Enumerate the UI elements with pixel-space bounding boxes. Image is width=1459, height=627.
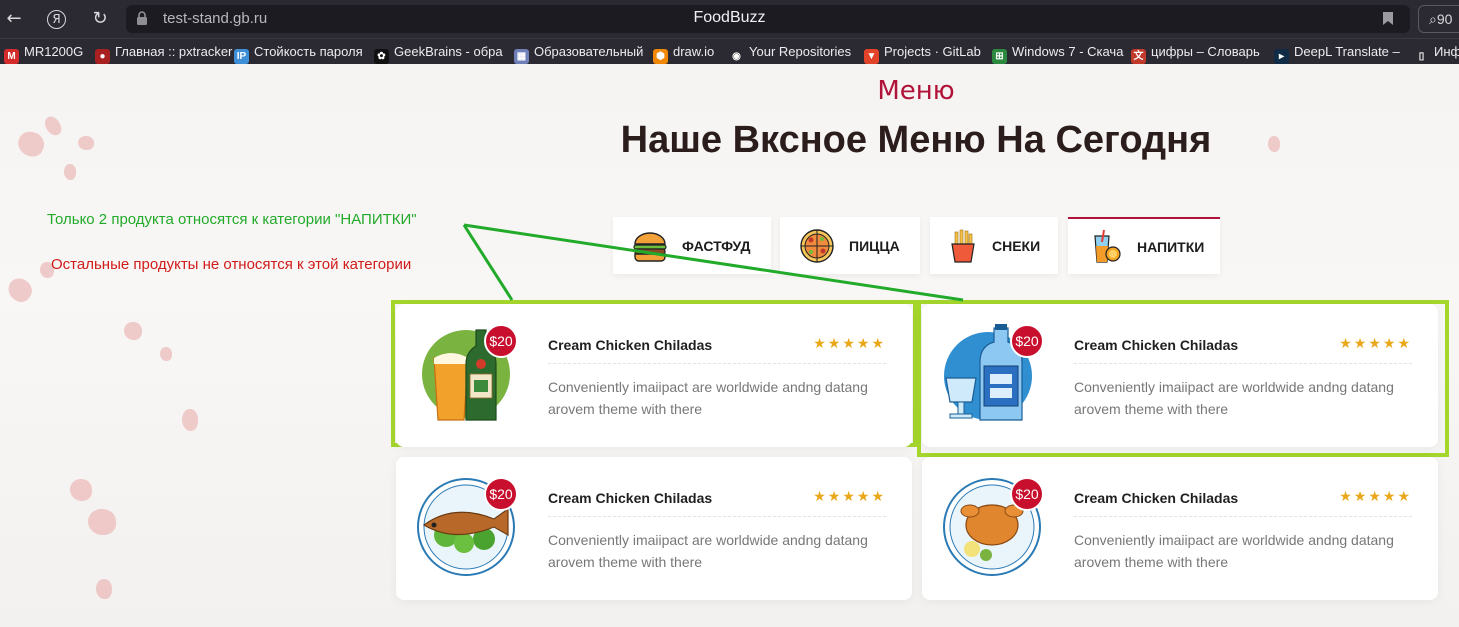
rating-stars: ★★★★★ [813,336,886,352]
browser-toolbar: ← Я ↻ test-stand.gb.ru FoodBuzz ⌕90 [0,0,1459,38]
bookmark-label: MR1200G [24,44,84,59]
price-badge: $20 [1010,477,1044,511]
petal-decoration [96,579,112,599]
bookmarks-bar: M MR1200G ● Главная :: pxtracker IP Стойкость… [0,38,1459,64]
petal-decoration [182,409,198,431]
tab-label: ФАСТФУД [682,237,751,254]
yandex-icon[interactable]: Я [47,10,66,29]
bookmark-item[interactable]: IP Стойкость пароля [234,43,363,64]
petal-decoration [88,509,116,535]
menu-card[interactable]: $20 Cream Chicken Chiladas ★★★★★ Conveni… [922,457,1438,600]
menu-card[interactable]: $20 Cream Chicken Chiladas ★★★★★ Conveni… [396,304,912,447]
product-name[interactable]: Cream Chicken Chiladas [1074,337,1238,353]
github-favicon: ◉ [729,49,744,64]
burger-icon [633,231,667,262]
gitlab-favicon: ▼ [864,49,879,64]
price-badge: $20 [484,324,518,358]
bookmark-label: draw.io [673,44,715,59]
tab-label: СНЕКИ [992,237,1041,254]
search-label: 90 [1436,11,1453,27]
mr1200g-favicon: M [4,49,19,64]
annotation-green-note: Только 2 продукта относятся к категории … [47,211,417,228]
bookmark-item[interactable]: ▯ Инф [1414,43,1459,64]
card-divider [548,363,886,364]
bookmark-label: Стойкость пароля [254,44,363,59]
search-button[interactable]: ⌕90 [1418,5,1459,33]
bookmark-label: DeepL Translate – [1294,44,1400,59]
product-description: Conveniently imaiipact are worldwide and… [1074,379,1394,417]
product-name[interactable]: Cream Chicken Chiladas [548,490,712,506]
rating-stars: ★★★★★ [1339,489,1412,505]
geekbrains-favicon: ✿ [374,49,389,64]
bookmark-label: цифры – Словарь [1151,44,1260,59]
petal-decoration [124,322,142,340]
bookmark-item[interactable]: ▸ DeepL Translate – [1274,43,1400,64]
drinks-icon [1094,229,1121,263]
bookmark-icon[interactable] [1382,11,1394,26]
education-favicon: ▦ [514,49,529,64]
price-badge: $20 [484,477,518,511]
bookmark-label: Windows 7 - Скача [1012,44,1124,59]
tab-fastfood[interactable]: ФАСТФУД [613,217,771,274]
petal-decoration [160,347,172,361]
bookmark-item[interactable]: ⊞ Windows 7 - Скача [992,43,1124,64]
lock-icon [137,11,147,25]
reload-icon[interactable]: ↻ [90,9,110,29]
pizza-icon [800,228,834,263]
tab-pizza[interactable]: ПИЦЦА [780,217,920,274]
drawio-favicon: ⬢ [653,49,668,64]
menu-card[interactable]: $20 Cream Chicken Chiladas ★★★★★ Conveni… [396,457,912,600]
tab-snacks[interactable]: СНЕКИ [930,217,1058,274]
card-divider [1074,516,1412,517]
ip-favicon: IP [234,49,249,64]
pxtracker-favicon: ● [95,49,110,64]
tab-label: ПИЦЦА [849,237,900,254]
tab-label: НАПИТКИ [1137,238,1205,255]
document-favicon: ▯ [1414,49,1429,64]
menu-section: Меню Наше Вксное Меню На Сегодня ФАСТФУД… [0,64,1459,627]
bookmark-label: Главная :: pxtracker [115,44,233,59]
petal-decoration [3,274,37,306]
product-name[interactable]: Cream Chicken Chiladas [548,337,712,353]
windows-favicon: ⊞ [992,49,1007,64]
product-name[interactable]: Cream Chicken Chiladas [1074,490,1238,506]
back-arrow-icon[interactable]: ← [4,9,24,29]
bookmark-item[interactable]: ● Главная :: pxtracker [95,43,233,64]
section-subtitle: Меню [877,76,955,106]
bookmark-item[interactable]: ◉ Your Repositories [729,43,852,64]
bookmark-item[interactable]: M MR1200G [4,43,84,64]
tab-drinks[interactable]: НАПИТКИ [1068,217,1220,274]
bookmark-item[interactable]: ▼ Projects · GitLab [864,43,981,64]
bookmark-label: Инф [1434,44,1459,59]
url-text[interactable]: test-stand.gb.ru [163,10,267,27]
bookmark-label: Projects · GitLab [884,44,981,59]
bookmark-item[interactable]: 文 цифры – Словарь [1131,43,1260,64]
bookmark-item[interactable]: ⬢ draw.io [653,43,715,64]
annotation-red-note: Остальные продукты не относятся к этой к… [51,256,412,273]
product-description: Conveniently imaiipact are worldwide and… [548,379,868,417]
petal-decoration [64,164,76,180]
rating-stars: ★★★★★ [1339,336,1412,352]
fries-icon [951,229,975,263]
section-heading: Наше Вксное Меню На Сегодня [620,119,1212,161]
address-bar[interactable] [126,5,1410,33]
dictionary-favicon: 文 [1131,49,1146,64]
search-icon: ⌕ [1429,11,1437,27]
menu-card[interactable]: $20 Cream Chicken Chiladas ★★★★★ Conveni… [922,304,1438,447]
product-description: Conveniently imaiipact are worldwide and… [548,532,868,570]
card-divider [548,516,886,517]
deepl-favicon: ▸ [1274,49,1289,64]
bookmark-label: Образовательный [534,44,644,59]
product-description: Conveniently imaiipact are worldwide and… [1074,532,1394,570]
bookmark-item[interactable]: ▦ Образовательный [514,43,644,64]
bookmark-item[interactable]: ✿ GeekBrains - обра [374,43,503,64]
bookmark-label: GeekBrains - обра [394,44,503,59]
price-badge: $20 [1010,324,1044,358]
card-divider [1074,363,1412,364]
petal-decoration [70,479,92,501]
rating-stars: ★★★★★ [813,489,886,505]
bookmark-label: Your Repositories [749,44,852,59]
